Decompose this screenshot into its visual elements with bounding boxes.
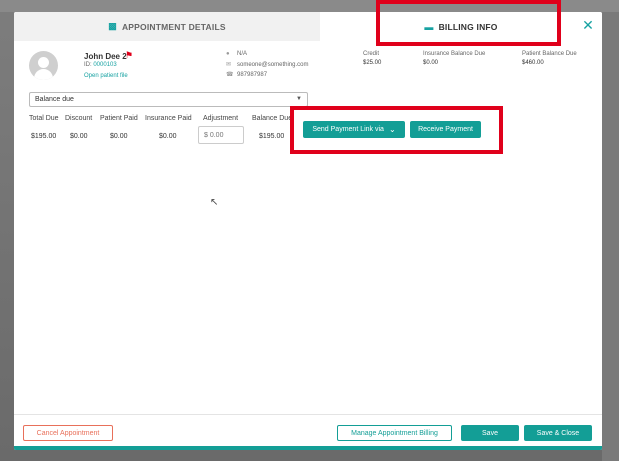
patient-id-label: ID:	[84, 62, 92, 68]
address-text: N/A	[237, 51, 248, 57]
patient-balance-value: $460.00	[522, 60, 544, 66]
open-patient-file-link[interactable]: Open patient file	[84, 73, 128, 79]
email-text: someone@something.com	[237, 61, 309, 68]
send-payment-link-button[interactable]: Send Payment Link via ⌄	[303, 121, 405, 138]
contact-address: ● N/A	[226, 51, 247, 57]
footer-divider	[14, 414, 602, 415]
calendar-icon: ▩	[108, 21, 117, 31]
tab-appointment-details-label: APPOINTMENT DETAILS	[121, 21, 226, 32]
modal-bottom-accent	[14, 446, 602, 450]
mouse-cursor-icon: ↖	[210, 197, 219, 208]
contact-email: ✉ someone@something.com	[226, 61, 309, 69]
credit-value: $25.00	[363, 60, 382, 66]
send-payment-link-label: Send Payment Link via	[312, 126, 384, 133]
cell-balance-due: $195.00	[259, 133, 285, 140]
header-discount: Discount	[65, 115, 93, 122]
patient-id: ID: 0000103	[84, 62, 117, 68]
mail-icon: ✉	[226, 62, 232, 68]
close-icon[interactable]: ✕	[580, 17, 596, 33]
adjustment-input[interactable]	[198, 126, 244, 144]
phone-icon: ☎	[226, 72, 234, 78]
cell-insurance-paid: $0.00	[159, 133, 177, 140]
patient-name: John Dee 2	[84, 52, 127, 61]
cancel-appointment-button[interactable]: Cancel Appointment	[23, 425, 113, 441]
save-and-close-button[interactable]: Save & Close	[524, 425, 592, 441]
tab-appointment-details[interactable]: ▩ APPOINTMENT DETAILS	[14, 12, 320, 41]
background-panel-right	[602, 12, 619, 461]
insurance-balance-stat: Insurance Balance Due $0.00	[423, 51, 485, 66]
cell-patient-paid: $0.00	[110, 133, 128, 140]
header-balance-due: Balance Due	[252, 115, 293, 122]
background-panel-top	[0, 0, 619, 12]
location-icon: ●	[226, 51, 230, 57]
cell-total-due: $195.00	[31, 133, 57, 140]
phone-text: 987987987	[237, 71, 268, 78]
header-total-due: Total Due	[29, 115, 59, 122]
flag-icon[interactable]: ⚑	[125, 50, 133, 61]
cell-discount: $0.00	[70, 133, 88, 140]
insurance-balance-label: Insurance Balance Due	[423, 51, 486, 57]
billing-modal: ▩ APPOINTMENT DETAILS ▬ BILLING INFO ✕ J…	[14, 12, 602, 450]
balance-filter-select[interactable]: Balance due ▼	[29, 92, 308, 107]
tab-billing-info[interactable]: ▬ BILLING INFO	[320, 12, 602, 41]
credit-stat: Credit $25.00	[363, 51, 381, 66]
patient-id-value: 0000103	[93, 62, 117, 68]
credit-label: Credit	[363, 51, 380, 57]
caret-down-icon: ▼	[296, 96, 302, 102]
chevron-down-icon: ⌄	[388, 125, 396, 134]
header-patient-paid: Patient Paid	[100, 115, 138, 122]
header-insurance-paid: Insurance Paid	[145, 115, 192, 122]
manage-appointment-billing-button[interactable]: Manage Appointment Billing	[337, 425, 452, 441]
patient-balance-stat: Patient Balance Due $460.00	[522, 51, 577, 66]
card-icon: ▬	[424, 21, 434, 32]
patient-balance-label: Patient Balance Due	[522, 51, 577, 57]
contact-phone: ☎ 987987987	[226, 71, 268, 79]
save-button[interactable]: Save	[461, 425, 519, 441]
receive-payment-button[interactable]: Receive Payment	[410, 121, 481, 138]
insurance-balance-value: $0.00	[423, 60, 439, 66]
tab-billing-info-label: BILLING INFO	[438, 21, 498, 32]
modal-tabs: ▩ APPOINTMENT DETAILS ▬ BILLING INFO	[14, 12, 602, 41]
header-adjustment: Adjustment	[203, 115, 239, 122]
balance-filter-value: Balance due	[35, 96, 74, 103]
avatar	[29, 51, 58, 80]
